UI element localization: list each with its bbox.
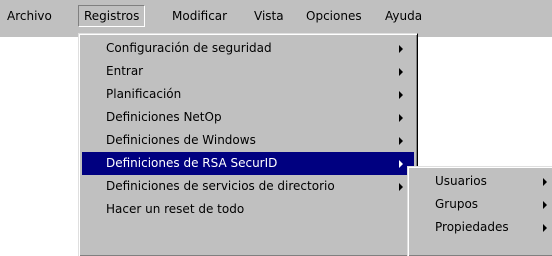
menu-item-label: Usuarios [435,174,487,188]
submenu-item-propiedades[interactable]: Propiedades [411,216,549,239]
submenu-arrow-icon [399,183,403,191]
submenu-arrow-icon [399,160,403,168]
menu-item-entrar[interactable]: Entrar [82,60,414,83]
submenu-arrow-icon [543,178,547,186]
rsa-securid-submenu: Usuarios Grupos Propiedades [407,166,552,256]
menu-item-definiciones-rsa-securid[interactable]: Definiciones de RSA SecurID [82,152,414,175]
submenu-arrow-icon [543,224,547,232]
menu-item-definiciones-windows[interactable]: Definiciones de Windows [82,129,414,152]
submenu-arrow-icon [399,68,403,76]
menu-item-definiciones-netop[interactable]: Definiciones NetOp [82,106,414,129]
menu-modificar[interactable]: Modificar [167,5,232,27]
menu-item-planificacion[interactable]: Planificación [82,83,414,106]
submenu-item-usuarios[interactable]: Usuarios [411,170,549,193]
menu-ayuda[interactable]: Ayuda [380,5,427,27]
menu-item-label: Entrar [106,64,144,78]
submenu-item-grupos[interactable]: Grupos [411,193,549,216]
menu-item-label: Configuración de seguridad [106,41,272,55]
menu-opciones[interactable]: Opciones [301,5,367,27]
menu-item-configuracion-seguridad[interactable]: Configuración de seguridad [82,37,414,60]
menu-item-reset-todo[interactable]: Hacer un reset de todo [82,198,414,221]
menu-item-label: Definiciones NetOp [106,110,222,124]
menu-vista[interactable]: Vista [249,5,289,27]
menu-item-label: Hacer un reset de todo [106,202,245,216]
menu-item-label: Definiciones de servicios de directorio [106,179,335,193]
menu-archivo[interactable]: Archivo [2,5,57,27]
menu-registros[interactable]: Registros [78,5,146,27]
submenu-arrow-icon [399,45,403,53]
menu-bar: Archivo Registros Modificar Vista Opcion… [0,0,552,37]
menu-item-label: Definiciones de Windows [106,133,256,147]
menu-item-label: Planificación [106,87,182,101]
menu-item-label: Propiedades [435,220,509,234]
menu-item-label: Definiciones de RSA SecurID [106,156,278,170]
menu-item-label: Grupos [435,197,479,211]
menu-item-definiciones-servicios-directorio[interactable]: Definiciones de servicios de directorio [82,175,414,198]
submenu-arrow-icon [399,137,403,145]
submenu-arrow-icon [399,91,403,99]
submenu-arrow-icon [399,114,403,122]
registros-dropdown-menu: Configuración de seguridad Entrar Planif… [78,33,418,256]
submenu-arrow-icon [543,201,547,209]
